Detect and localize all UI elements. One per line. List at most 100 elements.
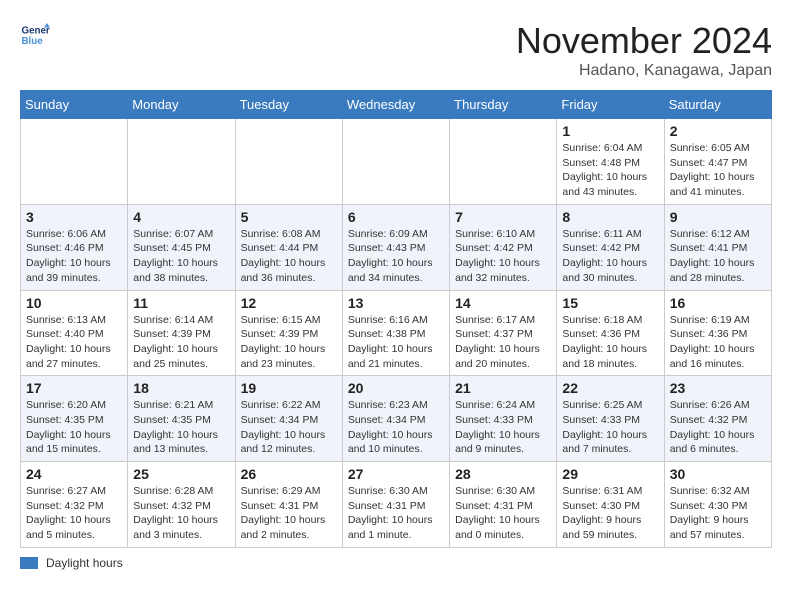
calendar-cell: 20 Sunrise: 6:23 AM Sunset: 4:34 PM Dayli… [342,376,449,462]
month-title: November 2024 [516,20,772,62]
week-row-4: 24Sunrise: 6:27 AM Sunset: 4:32 PM Dayli… [21,462,772,548]
day-info: Sunrise: 6:08 AM Sunset: 4:44 PM Dayligh… [241,227,337,286]
calendar-cell: 28Sunrise: 6:30 AM Sunset: 4:31 PM Dayli… [450,462,557,548]
day-info: Sunrise: 6:12 AM Sunset: 4:41 PM Dayligh… [670,227,766,286]
calendar-cell: 21 Sunrise: 6:24 AM Sunset: 4:33 PM Dayli… [450,376,557,462]
day-info: Sunrise: 6:23 AM Sunset: 4:34 PM Dayligh… [348,398,444,457]
calendar-cell: 10 Sunrise: 6:13 AM Sunset: 4:40 PM Dayli… [21,290,128,376]
calendar-cell: 17Sunrise: 6:20 AM Sunset: 4:35 PM Dayli… [21,376,128,462]
day-info: Sunrise: 6:18 AM Sunset: 4:36 PM Dayligh… [562,313,658,372]
calendar-cell: 12Sunrise: 6:15 AM Sunset: 4:39 PM Dayli… [235,290,342,376]
header-day-friday: Friday [557,91,664,119]
day-number: 3 [26,209,122,225]
header-day-tuesday: Tuesday [235,91,342,119]
day-info: Sunrise: 6:30 AM Sunset: 4:31 PM Dayligh… [455,484,551,543]
day-number: 7 [455,209,551,225]
day-number: 20 [348,380,444,396]
day-number: 30 [670,466,766,482]
calendar-cell: 25 Sunrise: 6:28 AM Sunset: 4:32 PM Dayli… [128,462,235,548]
header-day-thursday: Thursday [450,91,557,119]
day-number: 2 [670,123,766,139]
day-info: Sunrise: 6:17 AM Sunset: 4:37 PM Dayligh… [455,313,551,372]
calendar-cell: 23 Sunrise: 6:26 AM Sunset: 4:32 PM Dayli… [664,376,771,462]
svg-text:Blue: Blue [22,36,44,47]
calendar-cell: 29 Sunrise: 6:31 AM Sunset: 4:30 PM Dayli… [557,462,664,548]
day-info: Sunrise: 6:26 AM Sunset: 4:32 PM Dayligh… [670,398,766,457]
calendar-cell: 26 Sunrise: 6:29 AM Sunset: 4:31 PM Dayli… [235,462,342,548]
day-number: 21 [455,380,551,396]
day-number: 22 [562,380,658,396]
calendar-cell: 18 Sunrise: 6:21 AM Sunset: 4:35 PM Dayli… [128,376,235,462]
calendar-cell: 13 Sunrise: 6:16 AM Sunset: 4:38 PM Dayli… [342,290,449,376]
day-number: 10 [26,295,122,311]
calendar-cell: 19 Sunrise: 6:22 AM Sunset: 4:34 PM Dayli… [235,376,342,462]
day-number: 13 [348,295,444,311]
calendar-cell [235,119,342,205]
calendar-cell: 30Sunrise: 6:32 AM Sunset: 4:30 PM Dayli… [664,462,771,548]
day-info: Sunrise: 6:29 AM Sunset: 4:31 PM Dayligh… [241,484,337,543]
header: General Blue November 2024 Hadano, Kanag… [20,20,772,80]
day-number: 18 [133,380,229,396]
day-number: 15 [562,295,658,311]
calendar-cell: 1 Sunrise: 6:04 AM Sunset: 4:48 PM Daylig… [557,119,664,205]
day-number: 24 [26,466,122,482]
logo-icon: General Blue [20,20,50,50]
footer: Daylight hours [20,556,772,570]
calendar-cell: 7 Sunrise: 6:10 AM Sunset: 4:42 PM Daylig… [450,204,557,290]
day-number: 11 [133,295,229,311]
day-number: 25 [133,466,229,482]
calendar-cell: 11 Sunrise: 6:14 AM Sunset: 4:39 PM Dayli… [128,290,235,376]
day-number: 19 [241,380,337,396]
calendar-cell: 6Sunrise: 6:09 AM Sunset: 4:43 PM Daylig… [342,204,449,290]
day-info: Sunrise: 6:28 AM Sunset: 4:32 PM Dayligh… [133,484,229,543]
day-info: Sunrise: 6:30 AM Sunset: 4:31 PM Dayligh… [348,484,444,543]
day-number: 26 [241,466,337,482]
daylight-label: Daylight hours [46,556,123,570]
day-info: Sunrise: 6:05 AM Sunset: 4:47 PM Dayligh… [670,141,766,200]
day-info: Sunrise: 6:14 AM Sunset: 4:39 PM Dayligh… [133,313,229,372]
day-info: Sunrise: 6:04 AM Sunset: 4:48 PM Dayligh… [562,141,658,200]
title-area: November 2024 Hadano, Kanagawa, Japan [516,20,772,80]
header-day-saturday: Saturday [664,91,771,119]
day-info: Sunrise: 6:15 AM Sunset: 4:39 PM Dayligh… [241,313,337,372]
day-info: Sunrise: 6:07 AM Sunset: 4:45 PM Dayligh… [133,227,229,286]
day-info: Sunrise: 6:11 AM Sunset: 4:42 PM Dayligh… [562,227,658,286]
header-day-monday: Monday [128,91,235,119]
day-number: 8 [562,209,658,225]
day-number: 14 [455,295,551,311]
week-row-2: 10 Sunrise: 6:13 AM Sunset: 4:40 PM Dayli… [21,290,772,376]
day-number: 23 [670,380,766,396]
calendar-cell [21,119,128,205]
calendar-cell [450,119,557,205]
header-day-wednesday: Wednesday [342,91,449,119]
day-number: 16 [670,295,766,311]
week-row-1: 3 Sunrise: 6:06 AM Sunset: 4:46 PM Daylig… [21,204,772,290]
calendar-cell: 24Sunrise: 6:27 AM Sunset: 4:32 PM Dayli… [21,462,128,548]
daylight-box-icon [20,557,38,569]
day-number: 1 [562,123,658,139]
day-info: Sunrise: 6:06 AM Sunset: 4:46 PM Dayligh… [26,227,122,286]
day-info: Sunrise: 6:21 AM Sunset: 4:35 PM Dayligh… [133,398,229,457]
day-number: 6 [348,209,444,225]
day-info: Sunrise: 6:24 AM Sunset: 4:33 PM Dayligh… [455,398,551,457]
day-info: Sunrise: 6:25 AM Sunset: 4:33 PM Dayligh… [562,398,658,457]
week-row-3: 17Sunrise: 6:20 AM Sunset: 4:35 PM Dayli… [21,376,772,462]
day-number: 29 [562,466,658,482]
logo: General Blue [20,20,50,50]
day-number: 5 [241,209,337,225]
calendar-cell: 27Sunrise: 6:30 AM Sunset: 4:31 PM Dayli… [342,462,449,548]
day-info: Sunrise: 6:19 AM Sunset: 4:36 PM Dayligh… [670,313,766,372]
day-info: Sunrise: 6:16 AM Sunset: 4:38 PM Dayligh… [348,313,444,372]
calendar-cell: 2 Sunrise: 6:05 AM Sunset: 4:47 PM Daylig… [664,119,771,205]
calendar-cell: 15 Sunrise: 6:18 AM Sunset: 4:36 PM Dayli… [557,290,664,376]
calendar-cell: 14 Sunrise: 6:17 AM Sunset: 4:37 PM Dayli… [450,290,557,376]
day-info: Sunrise: 6:31 AM Sunset: 4:30 PM Dayligh… [562,484,658,543]
calendar-cell: 4Sunrise: 6:07 AM Sunset: 4:45 PM Daylig… [128,204,235,290]
calendar-cell [342,119,449,205]
day-info: Sunrise: 6:10 AM Sunset: 4:42 PM Dayligh… [455,227,551,286]
day-info: Sunrise: 6:22 AM Sunset: 4:34 PM Dayligh… [241,398,337,457]
calendar-cell: 16 Sunrise: 6:19 AM Sunset: 4:36 PM Dayli… [664,290,771,376]
day-info: Sunrise: 6:13 AM Sunset: 4:40 PM Dayligh… [26,313,122,372]
calendar-cell: 22 Sunrise: 6:25 AM Sunset: 4:33 PM Dayli… [557,376,664,462]
calendar-cell: 5 Sunrise: 6:08 AM Sunset: 4:44 PM Daylig… [235,204,342,290]
